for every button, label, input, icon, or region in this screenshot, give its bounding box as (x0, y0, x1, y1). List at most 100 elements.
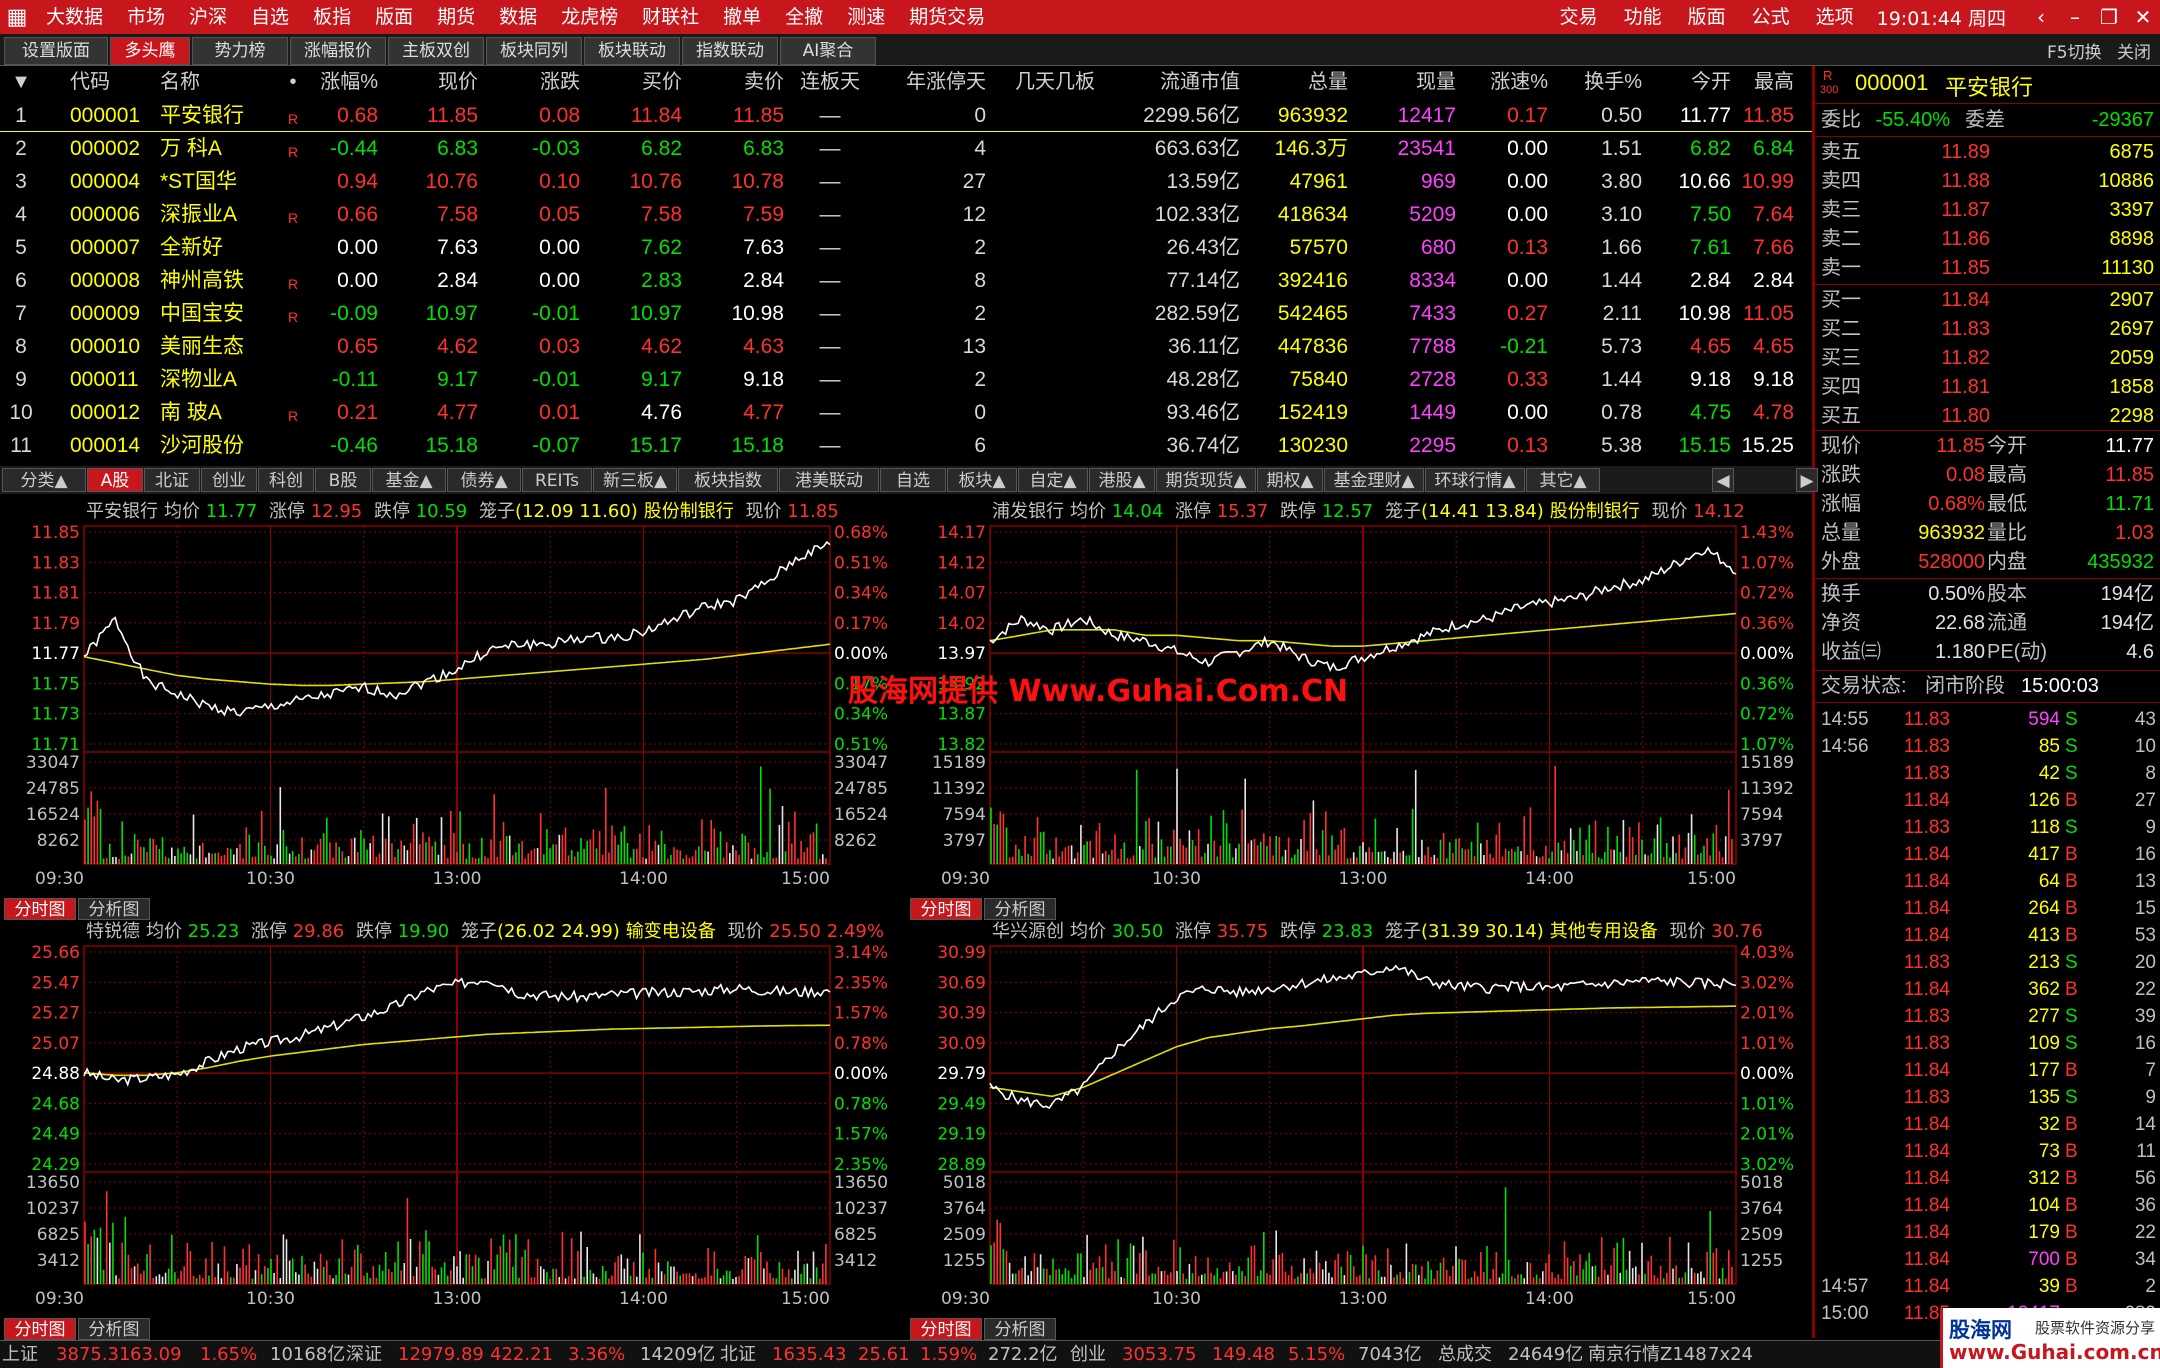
analysis-tab[interactable]: 分析图 (984, 898, 1056, 920)
column-header[interactable]: 代码 (70, 66, 160, 99)
category-tab-10[interactable]: 板块指数 (678, 468, 778, 492)
table-row[interactable]: 4 000006 深振业A R 0.66 7.58 0.05 7.58 7.59—12 102.3… (0, 198, 1812, 231)
timeshare-tab[interactable]: 分时图 (4, 1318, 76, 1340)
category-tab-1[interactable]: A股 (87, 468, 143, 492)
layout-tab-7[interactable]: 指数联动 (682, 37, 778, 65)
column-header[interactable]: 现量 (1352, 66, 1456, 99)
menu-item-5[interactable]: 版面 (363, 0, 425, 34)
table-row[interactable]: 6 000008 神州高铁 R 0.00 2.84 0.00 2.83 2.84—8 77.14亿… (0, 264, 1812, 297)
column-header[interactable]: ▼ (6, 66, 36, 99)
minimize-icon[interactable]: – (2058, 5, 2092, 29)
menu-item-6[interactable]: 期货 (425, 0, 487, 34)
layout-tab-2[interactable]: 势力榜 (192, 37, 288, 65)
f5-switch-button[interactable]: F5切换 (2047, 38, 2102, 63)
column-header[interactable]: 年涨停天 (876, 66, 986, 99)
intraday-chart-3[interactable]: 30.99 4.03% 30.69 3.02% 30.39 2.01% 30.09 1.01%… (906, 920, 1812, 1342)
menu-item-9[interactable]: 财联社 (630, 0, 711, 34)
detail-name[interactable]: 平安银行 (1945, 70, 2033, 102)
category-tab-18[interactable]: 基金理财▲ (1324, 468, 1424, 492)
menu-right-item-1[interactable]: 功能 (1611, 0, 1675, 34)
category-tab-0[interactable]: 分类▲ (2, 468, 86, 492)
column-header[interactable]: 涨幅% (300, 66, 378, 99)
category-tab-8[interactable]: REITs (522, 468, 592, 492)
table-row[interactable]: 9 000011 深物业A -0.11 9.17 -0.01 9.17 9.18 — 2 48.28… (0, 363, 1812, 396)
category-tab-17[interactable]: 期权▲ (1257, 468, 1323, 492)
layout-tab-0[interactable]: 设置版面 (4, 37, 108, 65)
table-row[interactable]: 5 000007 全新好 0.00 7.63 0.00 7.62 7.63 — 2 26.43亿 57… (0, 231, 1812, 264)
layout-tab-6[interactable]: 板块联动 (584, 37, 680, 65)
menu-item-3[interactable]: 自选 (239, 0, 301, 34)
back-icon[interactable]: ‹ (2024, 5, 2058, 29)
category-tab-14[interactable]: 自定▲ (1018, 468, 1088, 492)
category-tab-3[interactable]: 创业 (201, 468, 257, 492)
layout-tab-4[interactable]: 主板双创 (388, 37, 484, 65)
menu-item-12[interactable]: 测速 (835, 0, 897, 34)
menu-item-2[interactable]: 沪深 (177, 0, 239, 34)
close-icon[interactable]: ✕ (2126, 5, 2160, 29)
column-header[interactable]: 名称 (160, 66, 280, 99)
menu-item-10[interactable]: 撤单 (711, 0, 773, 34)
menu-item-0[interactable]: 大数据 (34, 0, 115, 34)
category-tab-15[interactable]: 港股▲ (1089, 468, 1155, 492)
column-header[interactable]: 最高 (1734, 66, 1794, 99)
category-tab-12[interactable]: 自选 (880, 468, 946, 492)
timeshare-tab[interactable]: 分时图 (910, 898, 982, 920)
menu-item-7[interactable]: 数据 (487, 0, 549, 34)
category-tab-9[interactable]: 新三板▲ (593, 468, 677, 492)
restore-icon[interactable]: ❐ (2092, 5, 2126, 29)
column-header[interactable]: 流通市值 (1122, 66, 1240, 99)
table-row[interactable]: 11 000014 沙河股份 -0.46 15.18 -0.07 15.17 15.18 — 6 3… (0, 429, 1812, 462)
menu-item-11[interactable]: 全撤 (773, 0, 835, 34)
layout-tab-5[interactable]: 板块同列 (486, 37, 582, 65)
analysis-tab[interactable]: 分析图 (78, 1318, 150, 1340)
table-row[interactable]: 2 000002 万 科A R -0.44 6.83 -0.03 6.82 6.83—4 663.… (0, 132, 1812, 165)
menu-item-8[interactable]: 龙虎榜 (549, 0, 630, 34)
menu-item-4[interactable]: 板指 (301, 0, 363, 34)
category-tab-5[interactable]: B股 (315, 468, 371, 492)
timeshare-tab[interactable]: 分时图 (4, 898, 76, 920)
layout-tab-3[interactable]: 涨幅报价 (290, 37, 386, 65)
category-tab-19[interactable]: 环球行情▲ (1425, 468, 1525, 492)
intraday-chart-1[interactable]: 14.17 1.43% 14.12 1.07% 14.07 0.72% 14.02 0.36%… (906, 500, 1812, 922)
close-layout-button[interactable]: 关闭 (2117, 38, 2151, 63)
menu-item-1[interactable]: 市场 (115, 0, 177, 34)
column-header[interactable]: 总量 (1242, 66, 1348, 99)
timeshare-tab[interactable]: 分时图 (910, 1318, 982, 1340)
status-item-23[interactable]: 7x24 (1708, 1341, 1753, 1368)
column-header[interactable]: 现价 (380, 66, 478, 99)
category-tab-20[interactable]: 其它▲ (1526, 468, 1600, 492)
analysis-tab[interactable]: 分析图 (984, 1318, 1056, 1340)
column-header[interactable]: 涨速% (1458, 66, 1548, 99)
intraday-chart-2[interactable]: 25.66 3.14% 25.47 2.35% 25.27 1.57% 25.07 0.78%… (0, 920, 906, 1342)
category-tab-16[interactable]: 期货现货▲ (1156, 468, 1256, 492)
category-tab-6[interactable]: 基金▲ (372, 468, 446, 492)
menu-right-item-3[interactable]: 公式 (1739, 0, 1803, 34)
table-row[interactable]: 1 000001 平安银行 R 0.68 11.85 0.08 11.84 11.85—0 229… (0, 99, 1812, 132)
menu-right-item-2[interactable]: 版面 (1675, 0, 1739, 34)
intraday-chart-0[interactable]: 11.85 0.68% 11.83 0.51% 11.81 0.34% 11.79 0.17%… (0, 500, 906, 922)
table-row[interactable]: 10 000012 南 玻A R 0.21 4.77 0.01 4.76 4.77—0 93.46… (0, 396, 1812, 429)
category-tab-4[interactable]: 科创 (258, 468, 314, 492)
table-row[interactable]: 3 000004 *ST国华 0.94 10.76 0.10 10.76 10.78 — 27 13… (0, 165, 1812, 198)
layout-tab-8[interactable]: AI聚合 (780, 37, 876, 65)
category-tab-11[interactable]: 港美联动 (779, 468, 879, 492)
menu-right-item-0[interactable]: 交易 (1547, 0, 1611, 34)
menu-item-13[interactable]: 期货交易 (897, 0, 997, 34)
category-tab-7[interactable]: 债券▲ (447, 468, 521, 492)
layout-tab-1[interactable]: 多头鹰 (110, 37, 190, 65)
category-tab-13[interactable]: 板块▲ (947, 468, 1017, 492)
menu-right-item-4[interactable]: 选项 (1803, 0, 1867, 34)
column-header[interactable]: 换手% (1550, 66, 1642, 99)
column-header[interactable]: 连板天 (790, 66, 870, 99)
column-header[interactable]: 几天几板 (1000, 66, 1110, 99)
column-header[interactable]: 买价 (582, 66, 682, 99)
column-header[interactable]: 卖价 (684, 66, 784, 99)
detail-code[interactable]: 000001 (1855, 70, 1928, 96)
category-tab-2[interactable]: 北证 (144, 468, 200, 492)
analysis-tab[interactable]: 分析图 (78, 898, 150, 920)
table-row[interactable]: 7 000009 中国宝安 R -0.09 10.97 -0.01 10.97 10.98—2 2… (0, 297, 1812, 330)
column-header[interactable]: 今开 (1645, 66, 1731, 99)
app-grid-icon[interactable]: ▦ (0, 0, 34, 34)
table-row[interactable]: 8 000010 美丽生态 0.65 4.62 0.03 4.62 4.63 — 13 36.11亿… (0, 330, 1812, 363)
column-header[interactable]: 涨跌 (480, 66, 580, 99)
